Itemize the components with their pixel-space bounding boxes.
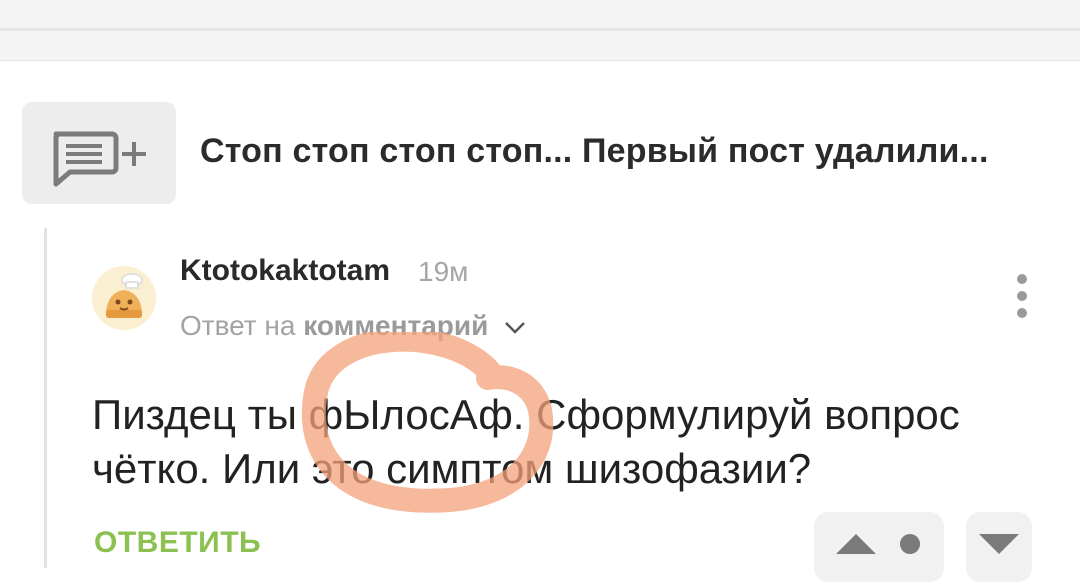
reply-to-prefix: Ответ на <box>180 310 296 341</box>
add-comment-button[interactable] <box>22 102 176 204</box>
vote-group <box>814 512 944 582</box>
kebab-menu-icon[interactable] <box>1010 274 1034 322</box>
post-header: Стоп стоп стоп стоп... Первый пост удали… <box>22 102 1062 204</box>
comment-text: Пиздец ты фЫлосАф. Сформулируй вопрос чё… <box>92 388 1032 496</box>
avatar-image <box>92 266 156 330</box>
comment-time: 19м <box>418 256 469 287</box>
thread-line[interactable] <box>44 228 47 568</box>
reply-button[interactable]: ОТВЕТИТЬ <box>94 526 261 560</box>
reply-to-target: комментарий <box>303 310 489 341</box>
dot-icon[interactable] <box>900 534 920 554</box>
top-divider-band <box>0 0 1080 61</box>
avatar[interactable] <box>92 266 156 330</box>
arrow-up-icon[interactable] <box>836 534 876 554</box>
arrow-down-icon <box>979 534 1019 554</box>
comment-text-line-2: чётко. Или это симптом шизофазии? <box>92 445 812 492</box>
divider-line <box>0 28 1080 31</box>
chevron-down-icon <box>505 321 526 334</box>
downvote-button[interactable] <box>966 512 1032 582</box>
comment-author[interactable]: Ktotokaktotam <box>180 254 390 288</box>
comment-plus-icon <box>53 131 146 187</box>
post-title[interactable]: Стоп стоп стоп стоп... Первый пост удали… <box>200 132 989 171</box>
comment-text-line-1: Пиздец ты фЫлосАф. Сформулируй вопрос <box>92 391 960 438</box>
reply-to-link[interactable]: Ответ на комментарий <box>180 310 526 342</box>
